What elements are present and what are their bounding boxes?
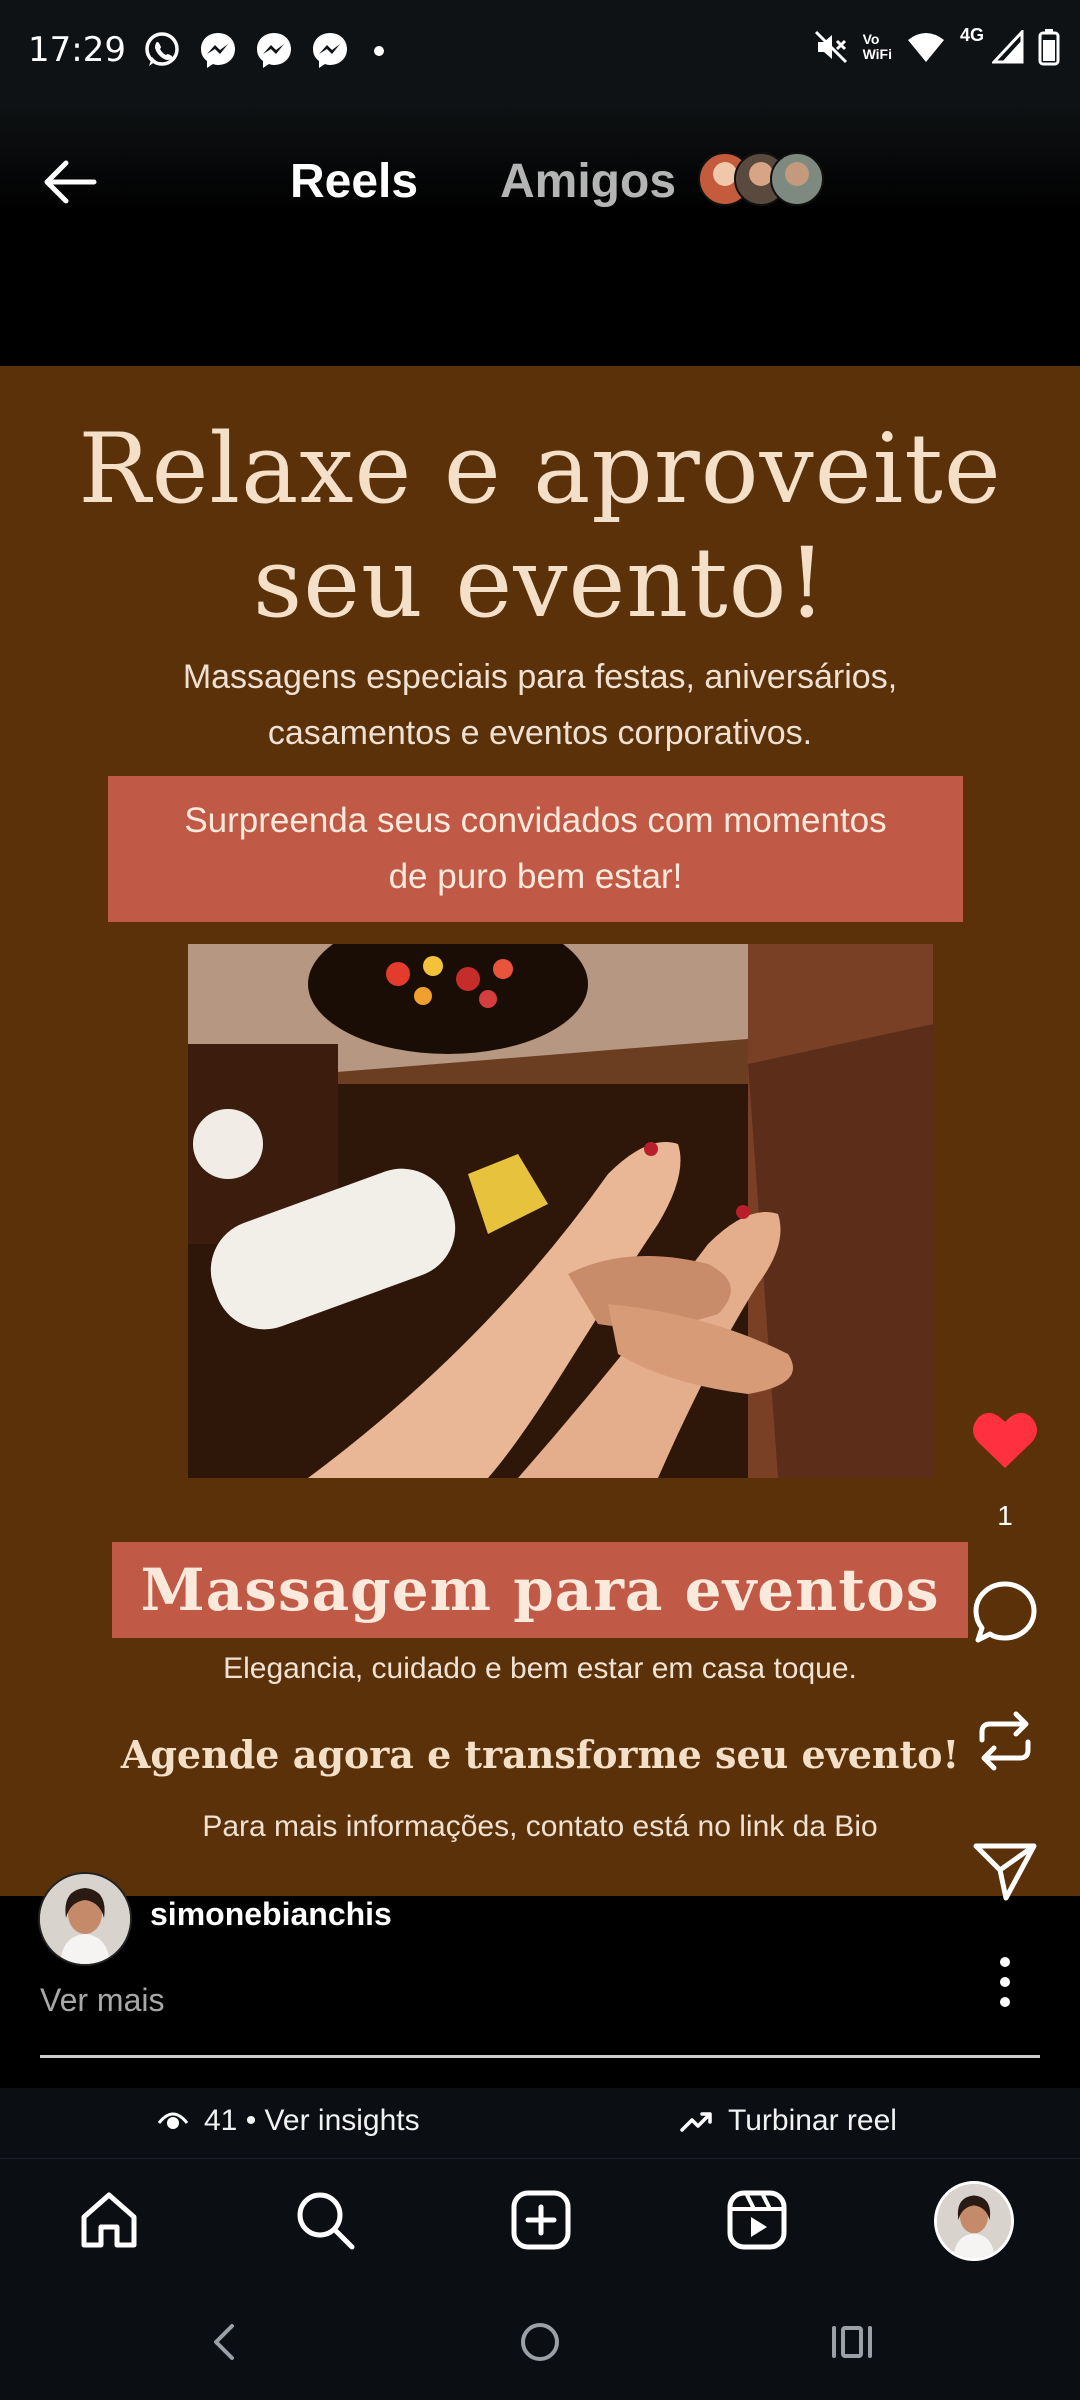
eye-icon — [157, 2112, 189, 2129]
messenger-icon — [201, 33, 235, 68]
poster-info: Para mais informações, contato está no l… — [202, 1810, 878, 1843]
reels-screen: 17:29 Vo WiFi 4G Reels Amigos Relaxe e a… — [0, 0, 1080, 2400]
status-bar: 17:29 Vo WiFi 4G — [0, 0, 1080, 104]
whatsapp-icon — [145, 32, 179, 66]
reels-header: Reels Amigos — [0, 104, 1080, 364]
signal-icon — [992, 30, 1024, 64]
create-icon[interactable] — [506, 2185, 576, 2255]
system-navigation-bar — [0, 2282, 1080, 2400]
system-back-icon[interactable] — [196, 2312, 256, 2372]
more-notifications-dot — [374, 46, 384, 56]
mute-icon — [814, 30, 847, 64]
see-more-link[interactable]: Ver mais — [40, 1982, 164, 2019]
massage-photo — [188, 944, 933, 1478]
vowifi-label: Vo WiFi — [862, 31, 892, 62]
insights-bar: 41 • Ver insights Turbinar reel — [0, 2088, 1080, 2158]
search-icon[interactable] — [290, 2185, 360, 2255]
author-avatar[interactable] — [38, 1872, 132, 1966]
profile-avatar[interactable] — [934, 2181, 1014, 2261]
boost-reel-button[interactable]: Turbinar reel — [680, 2104, 897, 2138]
poster-tagline: Elegancia, cuidado e bem estar em casa t… — [223, 1652, 857, 1685]
friend-avatars[interactable] — [698, 152, 828, 206]
battery-icon — [1038, 29, 1060, 66]
poster-subtitle: Massagens especiais para festas, anivers… — [182, 658, 898, 752]
profile-photo — [937, 2184, 1011, 2258]
heart-icon[interactable] — [970, 1408, 1040, 1472]
system-home-icon[interactable] — [510, 2312, 570, 2372]
like-count[interactable]: 1 — [970, 1500, 1040, 1532]
reels-icon[interactable] — [722, 2185, 792, 2255]
poster-headline: Massagem para eventos — [112, 1542, 968, 1638]
comment-icon[interactable] — [970, 1578, 1040, 1648]
send-icon[interactable] — [970, 1836, 1040, 1906]
network-type: 4G — [959, 24, 984, 45]
views-insights-label: 41 • Ver insights — [204, 2104, 420, 2137]
messenger-icon — [257, 33, 291, 68]
system-recents-icon[interactable] — [822, 2312, 882, 2372]
trending-up-icon — [680, 2112, 712, 2132]
tab-friends[interactable]: Amigos — [500, 154, 676, 209]
more-options-icon[interactable] — [990, 1952, 1020, 2012]
tab-reels[interactable]: Reels — [290, 154, 418, 209]
poster-title: Relaxe e aproveite seu evento! — [78, 413, 1002, 639]
reel-video[interactable]: Relaxe e aproveite seu evento! Massagens… — [0, 366, 1080, 1896]
author-username[interactable]: simonebianchis — [150, 1896, 392, 1933]
video-progress-bar[interactable] — [40, 2055, 1040, 2058]
bottom-nav — [0, 2158, 1080, 2283]
wifi-icon — [907, 33, 944, 62]
poster-banner: Surpreenda seus convidados com momentos … — [108, 776, 963, 922]
view-insights-button[interactable]: 41 • Ver insights — [156, 2104, 420, 2138]
status-time: 17:29 — [28, 30, 126, 70]
boost-reel-label: Turbinar reel — [728, 2104, 897, 2137]
poster-cta: Agende agora e transforme seu evento! — [120, 1732, 960, 1777]
remix-icon[interactable] — [970, 1706, 1040, 1776]
back-arrow-icon[interactable] — [38, 150, 102, 214]
author-photo — [40, 1874, 130, 1964]
messenger-icon — [313, 33, 347, 68]
friend-avatar — [770, 152, 824, 206]
notification-icons — [140, 28, 352, 72]
system-status-icons: Vo WiFi 4G — [813, 24, 1060, 66]
home-icon[interactable] — [74, 2185, 144, 2255]
